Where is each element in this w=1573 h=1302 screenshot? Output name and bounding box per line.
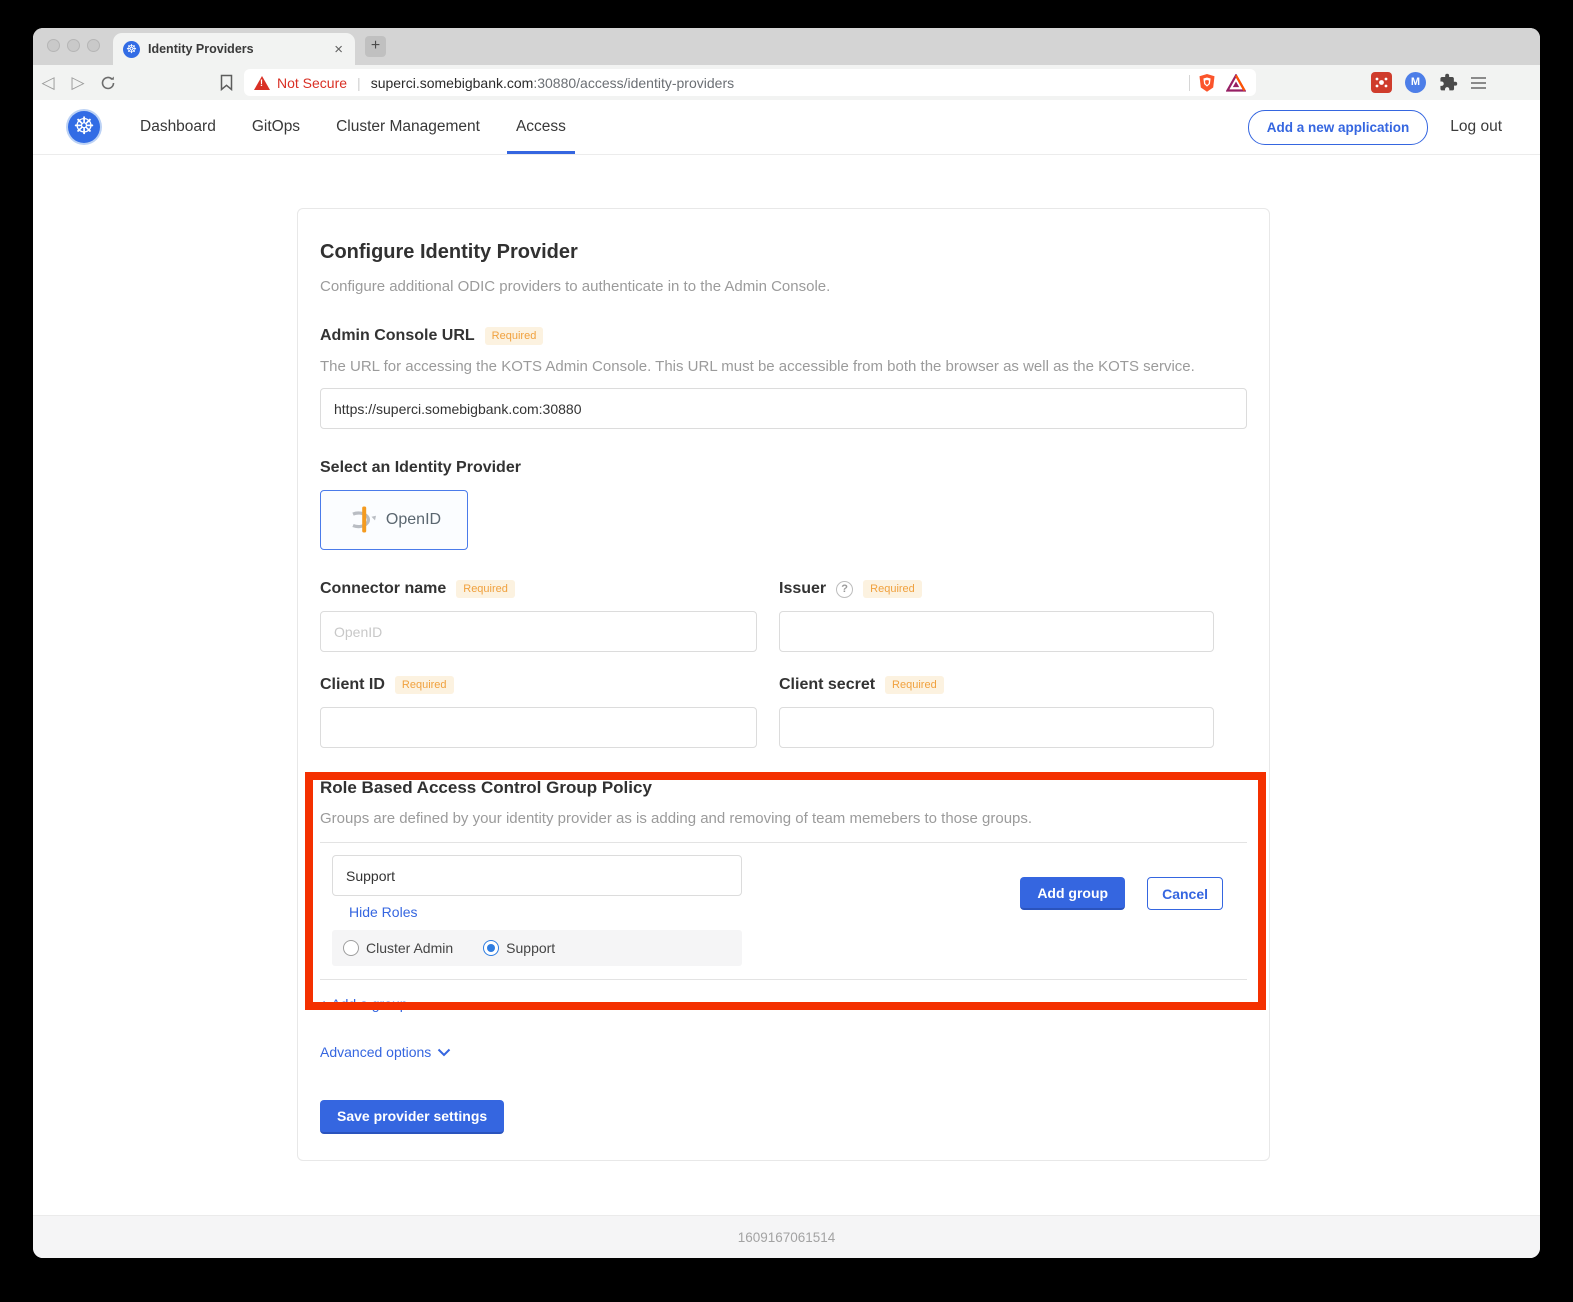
chevron-down-icon [437, 1048, 451, 1057]
url-domain: superci.somebigbank.com [371, 75, 534, 91]
select-identity-provider-label: Select an Identity Provider [320, 459, 521, 477]
page-content: Configure Identity Provider Configure ad… [33, 155, 1540, 1215]
add-new-application-button[interactable]: Add a new application [1248, 110, 1429, 145]
required-badge: Required [485, 327, 544, 345]
window-controls [47, 39, 100, 52]
page-title: Configure Identity Provider [320, 241, 1247, 264]
group-name-input[interactable] [332, 855, 742, 896]
rbac-section: Role Based Access Control Group Policy G… [320, 778, 1247, 1020]
roles-radio-group: Cluster Admin Support [332, 930, 742, 966]
required-badge: Required [395, 676, 454, 694]
required-badge: Required [885, 676, 944, 694]
role-label: Support [506, 940, 555, 956]
openid-provider-tile[interactable]: OpenID [320, 490, 468, 550]
divider [320, 979, 1247, 980]
footer-timestamp: 1609167061514 [738, 1230, 836, 1245]
issuer-help-icon[interactable]: ? [836, 581, 853, 598]
logout-link[interactable]: Log out [1450, 118, 1502, 136]
advanced-options-label: Advanced options [320, 1044, 431, 1060]
radio-checked-icon[interactable] [483, 940, 499, 956]
hide-roles-link[interactable]: Hide Roles [349, 904, 417, 920]
not-secure-label[interactable]: Not Secure [277, 75, 347, 91]
warning-triangle-icon: ! [254, 76, 270, 90]
client-id-label: Client ID [320, 676, 385, 694]
app-footer: 1609167061514 [33, 1215, 1540, 1258]
client-secret-input[interactable] [779, 707, 1214, 748]
kubernetes-favicon-icon: ☸ [123, 41, 140, 58]
nav-item-dashboard[interactable]: Dashboard [140, 100, 216, 154]
tab-close-icon[interactable]: × [332, 41, 345, 58]
connector-name-label: Connector name [320, 580, 446, 598]
group-editor-row: Hide Roles Cluster Admin Support [320, 843, 1247, 966]
profile-avatar[interactable]: M [1405, 72, 1426, 93]
back-icon[interactable]: ◁ [33, 73, 63, 93]
required-badge: Required [863, 580, 922, 598]
nav-item-cluster-management[interactable]: Cluster Management [336, 100, 480, 154]
advanced-options-toggle[interactable]: Advanced options [320, 1044, 1247, 1060]
openid-option-label: OpenID [386, 511, 441, 529]
tab-title: Identity Providers [148, 42, 332, 56]
admin-console-url-input[interactable] [320, 388, 1247, 429]
role-option-support[interactable]: Support [483, 940, 555, 956]
add-a-group-link[interactable]: + Add a group [320, 996, 408, 1012]
tab-strip: ☸ Identity Providers × + [33, 28, 1540, 65]
page-subtitle: Configure additional ODIC providers to a… [320, 278, 1247, 295]
extensions-puzzle-icon[interactable] [1439, 73, 1458, 92]
address-bar[interactable]: ! Not Secure | superci.somebigbank.com :… [244, 69, 1256, 96]
browser-toolbar: ◁ ▷ ! Not Secure | superci.somebigbank.c… [33, 65, 1540, 100]
browser-tab[interactable]: ☸ Identity Providers × [113, 33, 355, 65]
save-provider-settings-button[interactable]: Save provider settings [320, 1100, 504, 1134]
connector-name-input[interactable] [320, 611, 757, 652]
role-option-cluster-admin[interactable]: Cluster Admin [343, 940, 453, 956]
url-separator: | [357, 75, 361, 91]
maximize-window-button[interactable] [87, 39, 100, 52]
browser-window: ☸ Identity Providers × + ◁ ▷ ! Not Secur… [33, 28, 1540, 1258]
issuer-label: Issuer [779, 580, 826, 598]
url-path: :30880/access/identity-providers [533, 75, 734, 91]
nav-item-gitops[interactable]: GitOps [252, 100, 300, 154]
cancel-button[interactable]: Cancel [1147, 877, 1223, 910]
extension-area: M [1371, 72, 1486, 93]
rbac-subtitle: Groups are defined by your identity prov… [320, 810, 1247, 827]
client-secret-label: Client secret [779, 676, 875, 694]
role-label: Cluster Admin [366, 940, 453, 956]
new-tab-button[interactable]: + [365, 36, 386, 57]
configure-identity-provider-card: Configure Identity Provider Configure ad… [297, 208, 1270, 1161]
app-navigation: ☸ Dashboard GitOps Cluster Management Ac… [33, 100, 1540, 155]
radio-unchecked-icon[interactable] [343, 940, 359, 956]
add-group-button[interactable]: Add group [1020, 877, 1125, 910]
reload-icon[interactable] [93, 75, 123, 91]
admin-console-url-label: Admin Console URL [320, 327, 475, 345]
client-id-input[interactable] [320, 707, 757, 748]
rbac-title: Role Based Access Control Group Policy [320, 778, 1247, 798]
close-window-button[interactable] [47, 39, 60, 52]
admin-console-url-help: The URL for accessing the KOTS Admin Con… [320, 358, 1247, 375]
browser-menu-icon[interactable] [1471, 77, 1486, 89]
minimize-window-button[interactable] [67, 39, 80, 52]
openid-logo-icon [347, 504, 377, 536]
issuer-input[interactable] [779, 611, 1214, 652]
extension-red-icon[interactable] [1371, 72, 1392, 93]
kubernetes-logo-icon[interactable]: ☸ [68, 111, 100, 143]
bookmark-icon[interactable] [219, 74, 234, 91]
required-badge: Required [456, 580, 515, 598]
brave-rewards-triangle-icon[interactable] [1226, 74, 1246, 92]
brave-shield-icon[interactable] [1198, 73, 1216, 93]
nav-item-access[interactable]: Access [516, 100, 566, 154]
forward-icon[interactable]: ▷ [63, 73, 93, 93]
